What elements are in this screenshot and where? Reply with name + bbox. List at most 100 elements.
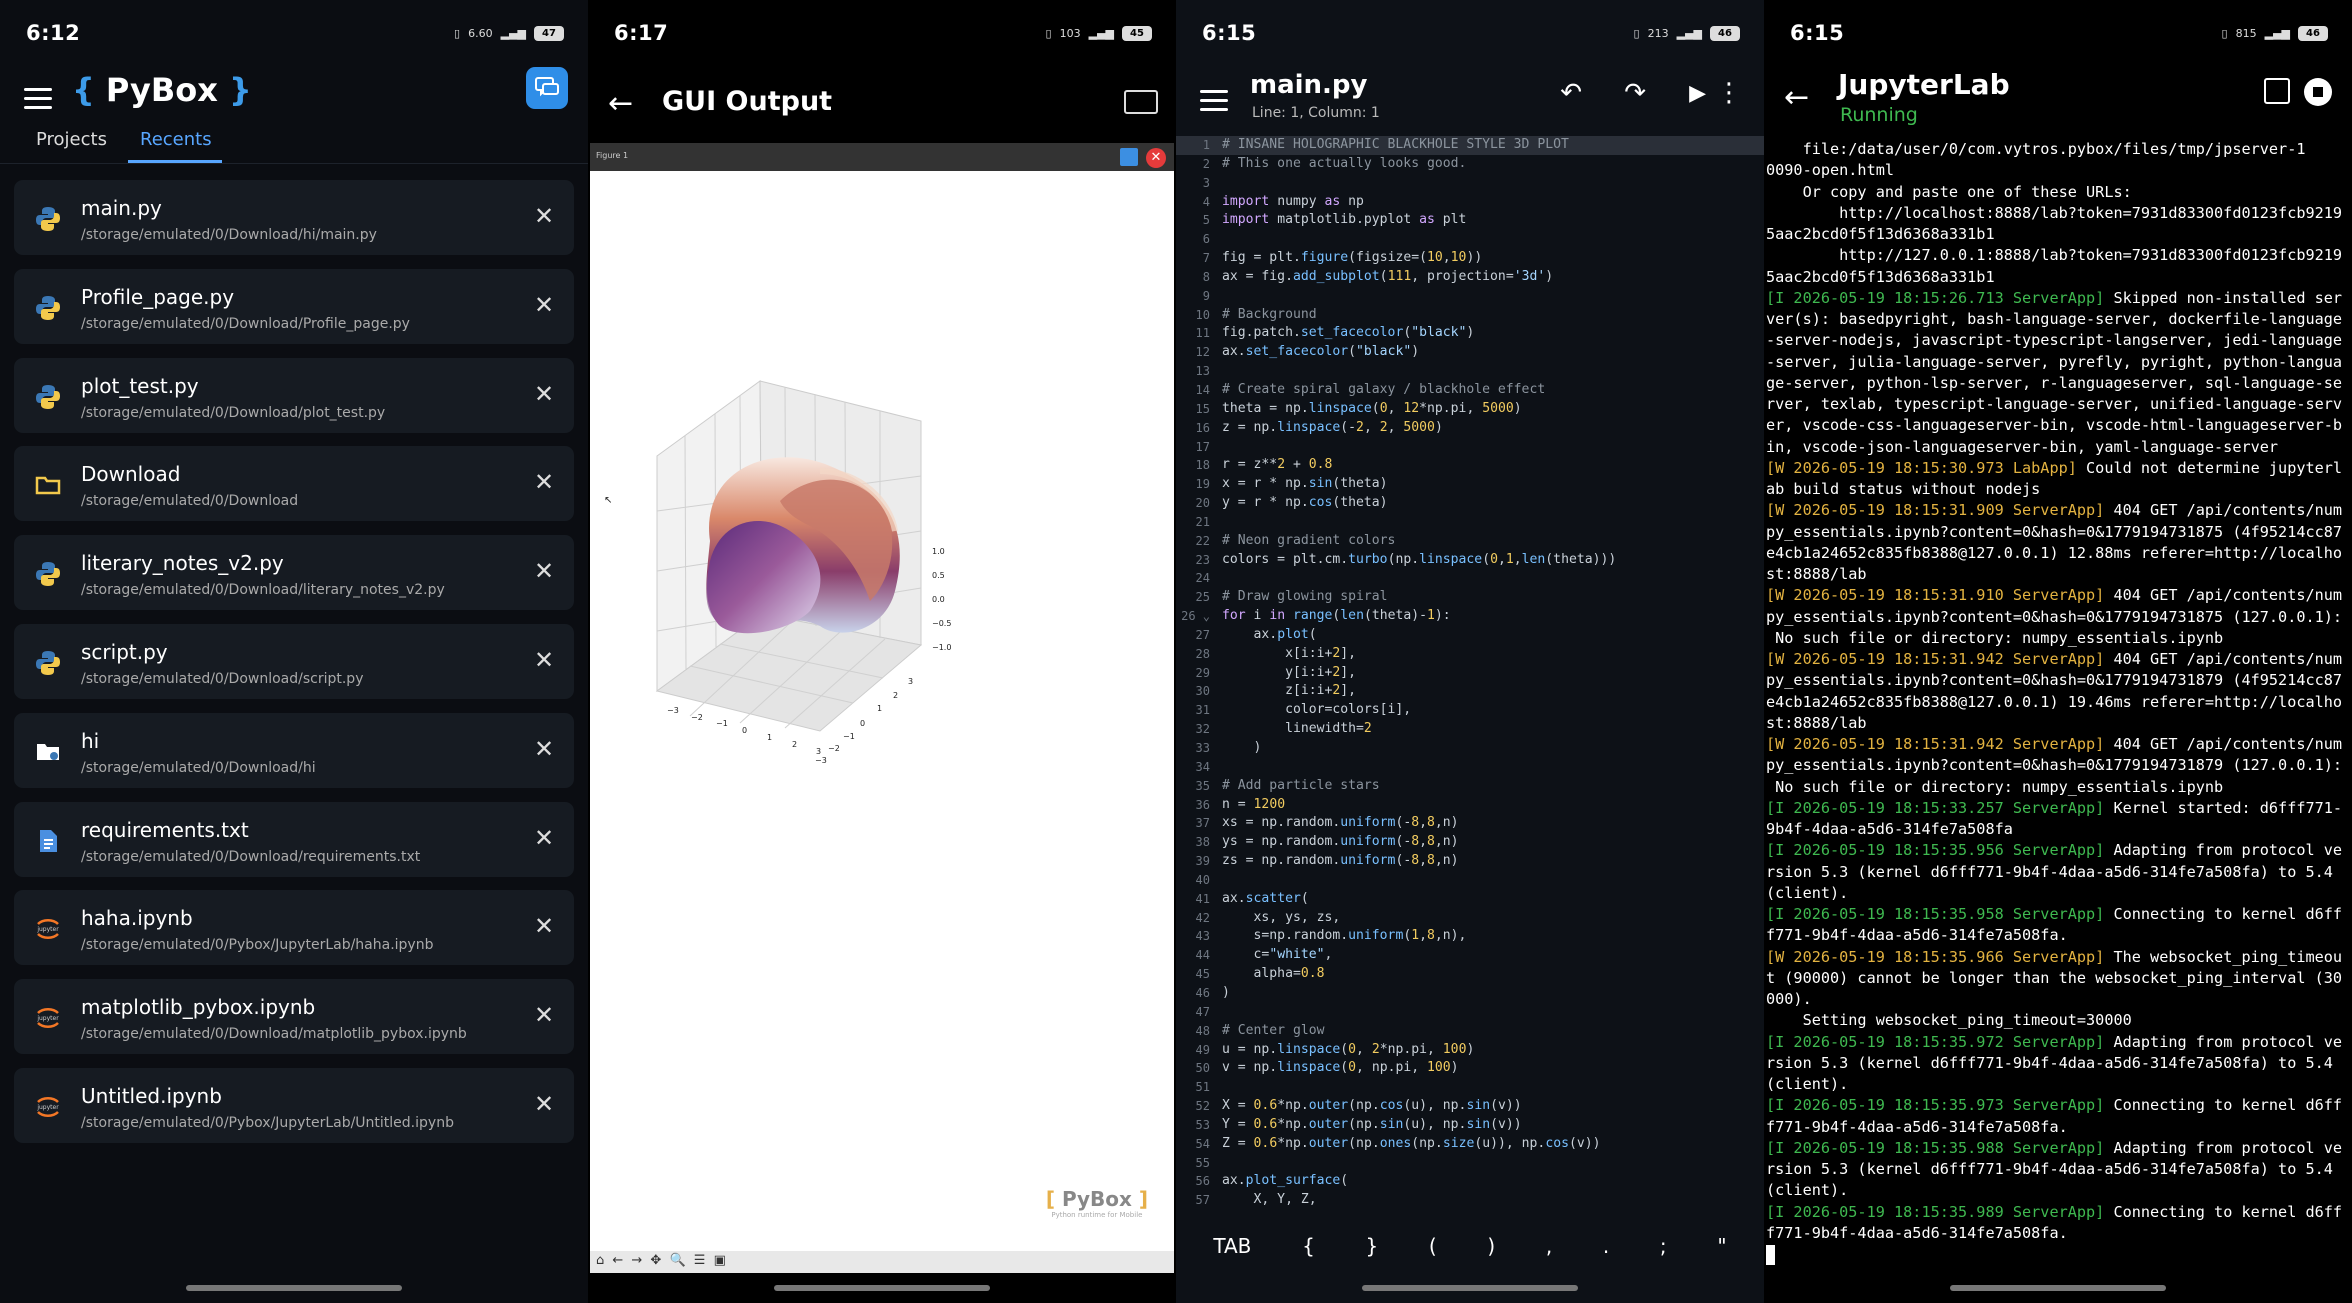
- list-item[interactable]: plot_test.py /storage/emulated/0/Downloa…: [14, 357, 574, 433]
- run-icon[interactable]: ▶: [1689, 81, 1706, 106]
- code-line[interactable]: 8 ax = fig.add_subplot(111, projection='3…: [1176, 268, 1764, 287]
- code-line[interactable]: 43 s=np.random.uniform(1,8,n),: [1176, 927, 1764, 946]
- code-line[interactable]: 31 color=colors[i],: [1176, 701, 1764, 720]
- code-line[interactable]: 1 # INSANE HOLOGRAPHIC BLACKHOLE STYLE 3D…: [1176, 136, 1764, 155]
- code-line[interactable]: 2 # This one actually looks good.: [1176, 155, 1764, 174]
- code-line[interactable]: 30 z[i:i+2],: [1176, 682, 1764, 701]
- code-line[interactable]: 15 theta = np.linspace(0, 12*np.pi, 5000): [1176, 400, 1764, 419]
- code-line[interactable]: 51: [1176, 1078, 1764, 1097]
- list-item[interactable]: main.py /storage/emulated/0/Download/hi/…: [14, 180, 574, 255]
- key-button[interactable]: TAB: [1213, 1234, 1251, 1258]
- code-line[interactable]: 20 y = r * np.cos(theta): [1176, 494, 1764, 513]
- code-line[interactable]: 49 u = np.linspace(0, 2*np.pi, 100): [1176, 1041, 1764, 1060]
- list-item[interactable]: Download /storage/emulated/0/Download ✕: [14, 446, 574, 522]
- list-item[interactable]: jupyter matplotlib_pybox.ipynb /storage/…: [14, 979, 574, 1055]
- code-line[interactable]: 18 r = z**2 + 0.8: [1176, 456, 1764, 475]
- key-button[interactable]: ": [1717, 1234, 1726, 1258]
- list-item[interactable]: requirements.txt /storage/emulated/0/Dow…: [14, 801, 574, 877]
- code-line[interactable]: 21: [1176, 513, 1764, 532]
- close-icon[interactable]: ✕: [530, 291, 558, 319]
- code-line[interactable]: 17: [1176, 438, 1764, 457]
- code-line[interactable]: 9: [1176, 287, 1764, 306]
- code-line[interactable]: 53 Y = 0.6*np.outer(np.sin(u), np.sin(v)): [1176, 1116, 1764, 1135]
- code-line[interactable]: 28 x[i:i+2],: [1176, 645, 1764, 664]
- close-button[interactable]: ✕: [1146, 148, 1166, 168]
- close-icon[interactable]: ✕: [530, 824, 558, 852]
- code-line[interactable]: 22 # Neon gradient colors: [1176, 532, 1764, 551]
- code-line[interactable]: 10 # Background: [1176, 306, 1764, 325]
- redo-icon[interactable]: ↷: [1624, 78, 1646, 108]
- code-line[interactable]: 48 # Center glow: [1176, 1022, 1764, 1041]
- code-line[interactable]: 6: [1176, 230, 1764, 249]
- code-line[interactable]: 47: [1176, 1003, 1764, 1022]
- open-external-icon[interactable]: [2264, 78, 2290, 104]
- home-indicator[interactable]: [774, 1285, 990, 1291]
- key-button[interactable]: .: [1603, 1234, 1609, 1258]
- code-line[interactable]: 25 # Draw glowing spiral: [1176, 588, 1764, 607]
- close-icon[interactable]: ✕: [530, 646, 558, 674]
- key-button[interactable]: ): [1487, 1234, 1495, 1258]
- code-line[interactable]: 41 ax.scatter(: [1176, 890, 1764, 909]
- undo-icon[interactable]: ↶: [1560, 78, 1582, 108]
- close-icon[interactable]: ✕: [530, 202, 558, 230]
- home-indicator[interactable]: [186, 1285, 402, 1291]
- close-icon[interactable]: ✕: [530, 1001, 558, 1029]
- keyboard-icon[interactable]: [1124, 90, 1158, 114]
- close-icon[interactable]: ✕: [530, 468, 558, 496]
- code-line[interactable]: 32 linewidth=2: [1176, 720, 1764, 739]
- home-indicator[interactable]: [1950, 1285, 2166, 1291]
- code-line[interactable]: 34: [1176, 758, 1764, 777]
- plot-3d[interactable]: −3−2−101233210−1−2−31.00.50.0−0.5−1.0 ↖: [590, 171, 1174, 1251]
- code-line[interactable]: 7 fig = plt.figure(figsize=(10,10)): [1176, 249, 1764, 268]
- code-line[interactable]: 42 xs, ys, zs,: [1176, 909, 1764, 928]
- list-item[interactable]: jupyter haha.ipynb /storage/emulated/0/P…: [14, 890, 574, 966]
- close-icon[interactable]: ✕: [530, 912, 558, 940]
- code-line[interactable]: 44 c="white",: [1176, 946, 1764, 965]
- code-line[interactable]: 12 ax.set_facecolor("black"): [1176, 343, 1764, 362]
- tab-projects[interactable]: Projects: [36, 129, 107, 150]
- list-item[interactable]: literary_notes_v2.py /storage/emulated/0…: [14, 535, 574, 611]
- close-icon[interactable]: ✕: [530, 1090, 558, 1118]
- code-line[interactable]: 26 ⌄ for i in range(len(theta)-1):: [1176, 607, 1764, 626]
- back-arrow-icon[interactable]: ←: [1784, 80, 1809, 115]
- code-line[interactable]: 57 X, Y, Z,: [1176, 1191, 1764, 1210]
- maximize-button[interactable]: [1120, 148, 1138, 166]
- code-line[interactable]: 19 x = r * np.sin(theta): [1176, 475, 1764, 494]
- list-item[interactable]: Profile_page.py /storage/emulated/0/Down…: [14, 268, 574, 344]
- code-line[interactable]: 24: [1176, 569, 1764, 588]
- list-item[interactable]: script.py /storage/emulated/0/Download/s…: [14, 623, 574, 699]
- code-line[interactable]: 5 import matplotlib.pyplot as plt: [1176, 211, 1764, 230]
- key-button[interactable]: }: [1365, 1234, 1378, 1258]
- code-line[interactable]: 23 colors = plt.cm.turbo(np.linspace(0,1,…: [1176, 551, 1764, 570]
- code-line[interactable]: 36 n = 1200: [1176, 796, 1764, 815]
- menu-icon[interactable]: [1200, 90, 1228, 112]
- code-line[interactable]: 46): [1176, 984, 1764, 1003]
- tab-recents[interactable]: Recents: [140, 129, 212, 150]
- code-line[interactable]: 37 xs = np.random.uniform(-8,8,n): [1176, 814, 1764, 833]
- code-line[interactable]: 16 z = np.linspace(-2, 2, 5000): [1176, 419, 1764, 438]
- code-line[interactable]: 33 ): [1176, 739, 1764, 758]
- key-button[interactable]: ,: [1546, 1234, 1552, 1258]
- back-arrow-icon[interactable]: ←: [608, 86, 633, 121]
- figure-toolbar[interactable]: ⌂ ← → ✥ 🔍 ☰ ▣: [590, 1251, 1174, 1273]
- code-line[interactable]: 4 import numpy as np: [1176, 193, 1764, 212]
- key-button[interactable]: {: [1302, 1234, 1315, 1258]
- code-line[interactable]: 39 zs = np.random.uniform(-8,8,n): [1176, 852, 1764, 871]
- code-line[interactable]: 14 # Create spiral galaxy / blackhole eff…: [1176, 381, 1764, 400]
- list-item[interactable]: hi /storage/emulated/0/Download/hi ✕: [14, 712, 574, 788]
- key-button[interactable]: ;: [1660, 1234, 1667, 1258]
- code-line[interactable]: 27 ax.plot(: [1176, 626, 1764, 645]
- home-indicator[interactable]: [1362, 1285, 1578, 1291]
- code-line[interactable]: 56 ax.plot_surface(: [1176, 1172, 1764, 1191]
- code-line[interactable]: 11 fig.patch.set_facecolor("black"): [1176, 324, 1764, 343]
- code-line[interactable]: 52 X = 0.6*np.outer(np.cos(u), np.sin(v)): [1176, 1097, 1764, 1116]
- stop-server-button[interactable]: [2304, 78, 2332, 106]
- code-line[interactable]: 54 Z = 0.6*np.outer(np.ones(np.size(u)), …: [1176, 1135, 1764, 1154]
- code-line[interactable]: 50 v = np.linspace(0, np.pi, 100): [1176, 1059, 1764, 1078]
- chat-button[interactable]: [526, 67, 568, 109]
- close-icon[interactable]: ✕: [530, 380, 558, 408]
- close-icon[interactable]: ✕: [530, 557, 558, 585]
- menu-icon[interactable]: [24, 88, 52, 110]
- code-line[interactable]: 35 # Add particle stars: [1176, 777, 1764, 796]
- code-line[interactable]: 13: [1176, 362, 1764, 381]
